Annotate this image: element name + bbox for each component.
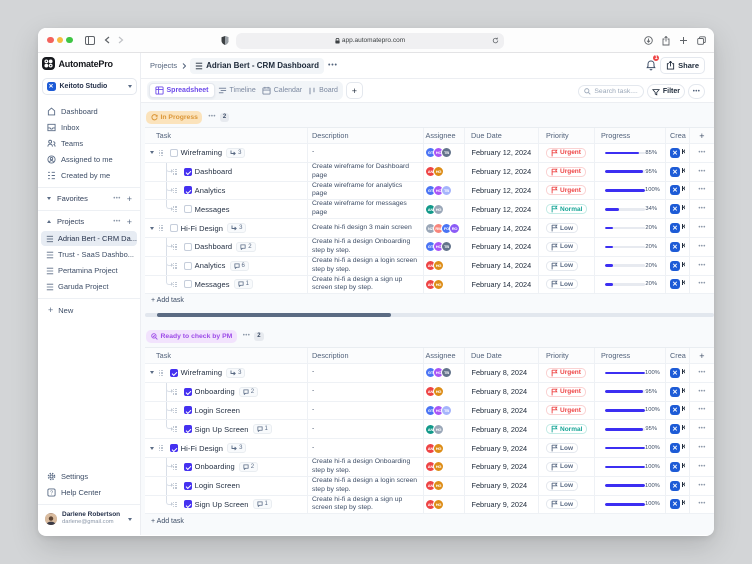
svg-text:?: ? xyxy=(50,490,53,496)
